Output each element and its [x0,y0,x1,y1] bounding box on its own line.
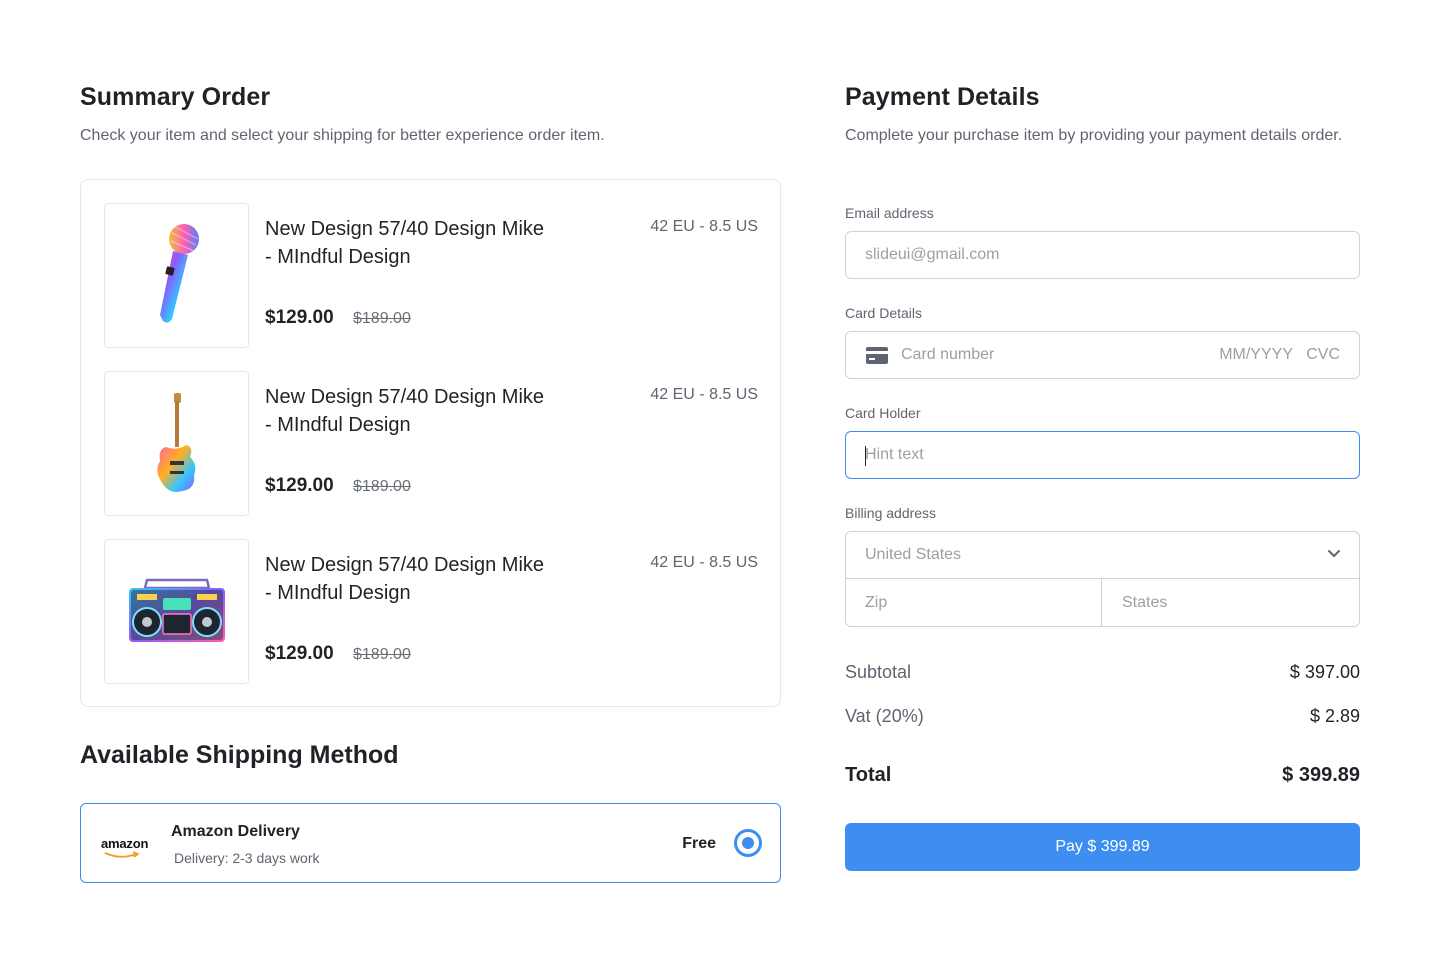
item-size: 42 EU - 8.5 US [650,218,758,235]
zip-field[interactable]: Zip [846,579,1102,626]
order-item[interactable]: New Design 57/40 Design Mike - MIndful D… [104,203,758,348]
email-field[interactable] [845,231,1360,279]
email-label: Email address [845,205,934,221]
item-old-price: $189.00 [353,478,411,495]
country-select[interactable]: United States [846,532,1359,579]
state-placeholder: States [1122,594,1168,611]
shipping-option-amazon[interactable]: amazon Amazon Delivery Delivery: 2-3 day… [80,803,781,883]
state-field[interactable]: States [1102,579,1359,626]
subtotal-value: $ 397.00 [1289,662,1360,682]
vat-label: Vat (20%) [845,706,924,726]
item-price: $129.00 [265,307,334,328]
country-select-value: United States [865,546,962,563]
card-details-field[interactable]: MM/YYYY CVC [845,331,1360,379]
billing-address-group: United States Zip States [845,531,1360,627]
chevron-down-icon [1328,550,1340,557]
card-expiry-input[interactable]: MM/YYYY [1219,346,1293,364]
payment-subtitle: Complete your purchase item by providing… [845,127,1343,144]
total-value: $ 399.89 [1282,764,1360,786]
amazon-logo: amazon [101,836,148,858]
credit-card-icon [866,347,888,364]
item-name: New Design 57/40 Design Mike - MIndful D… [265,386,545,436]
payment-title: Payment Details [845,83,1040,111]
shipping-price: Free [682,835,716,852]
card-details-label: Card Details [845,305,923,321]
summary-subtitle: Check your item and select your shipping… [80,127,605,144]
item-size: 42 EU - 8.5 US [650,554,758,571]
item-old-price: $189.00 [353,646,411,663]
summary-title: Summary Order [80,83,271,111]
item-name: New Design 57/40 Design Mike - MIndful D… [265,554,545,604]
zip-placeholder: Zip [865,594,888,611]
shipping-title: Available Shipping Method [80,741,399,769]
order-items-card: New Design 57/40 Design Mike - MIndful D… [80,179,781,707]
card-holder-input[interactable] [865,432,1335,478]
billing-address-label: Billing address [845,505,937,521]
shipping-name: Amazon Delivery [171,823,300,840]
order-item[interactable]: New Design 57/40 Design Mike - MIndful D… [104,539,758,684]
subtotal-label: Subtotal [845,662,912,682]
item-price: $129.00 [265,475,334,496]
item-size: 42 EU - 8.5 US [650,386,758,403]
item-name: New Design 57/40 Design Mike - MIndful D… [265,218,545,268]
guitar-image [104,371,249,516]
card-holder-label: Card Holder [845,405,921,421]
shipping-radio[interactable] [734,829,762,857]
amazon-smile-icon [104,851,140,858]
card-number-input[interactable] [901,332,1191,378]
boombox-image [104,539,249,684]
item-price: $129.00 [265,643,334,664]
microphone-image [104,203,249,348]
shipping-subtitle: Delivery: 2-3 days work [174,850,320,866]
item-old-price: $189.00 [353,310,411,327]
card-holder-field[interactable] [845,431,1360,479]
order-item[interactable]: New Design 57/40 Design Mike - MIndful D… [104,371,758,516]
pay-button[interactable]: Pay $ 399.89 [845,823,1360,871]
radio-selected-dot [742,837,754,849]
email-input[interactable] [865,232,1335,278]
card-cvc-input[interactable]: CVC [1306,346,1340,364]
total-label: Total [845,764,892,786]
vat-value: $ 2.89 [1309,706,1360,726]
